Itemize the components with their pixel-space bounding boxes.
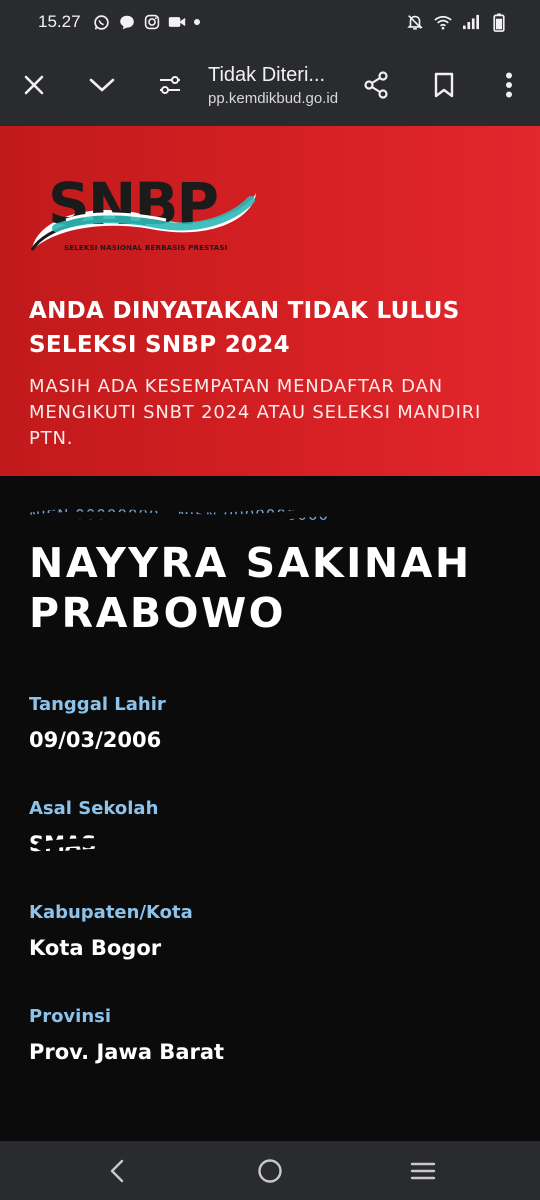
back-chevron-icon	[110, 1159, 123, 1182]
province-label: Provinsi	[29, 1006, 112, 1027]
bookmark-button[interactable]	[410, 44, 478, 126]
signal-icon	[462, 13, 480, 31]
video-call-icon	[168, 13, 186, 31]
tune-icon	[160, 76, 180, 94]
birth-date-value: 09/03/2006	[29, 728, 162, 752]
school-label: Asal Sekolah	[29, 798, 159, 819]
result-title: ANDA DINYATAKAN TIDAK LULUS SELEKSI SNBP…	[29, 298, 460, 358]
address-bar[interactable]: Tidak Diteri... pp.kemdikbud.go.id	[204, 64, 342, 107]
home-circle-icon	[258, 1158, 282, 1183]
close-tab-button[interactable]	[0, 44, 68, 126]
province-value: Prov. Jawa Barat	[29, 1040, 225, 1064]
close-icon	[24, 75, 44, 95]
wifi-icon	[434, 13, 452, 31]
home-button[interactable]	[240, 1141, 300, 1200]
student-name: NAYYRA SAKINAH PRABOWO	[29, 539, 472, 637]
student-details: NISN 00000000 - NISN 0000000000 NAYYRA S…	[0, 476, 540, 1141]
result-subtitle: MASIH ADA KESEMPATAN MENDAFTAR DAN MENGI…	[29, 376, 482, 449]
chat-bubble-icon	[118, 13, 136, 31]
page-url: pp.kemdikbud.go.id	[208, 89, 339, 107]
status-time: 15.27	[38, 12, 81, 31]
system-navigation-bar	[0, 1141, 540, 1200]
share-icon	[364, 71, 388, 99]
city-value: Kota Bogor	[29, 936, 162, 960]
browser-toolbar: Tidak Diteri... pp.kemdikbud.go.id	[0, 44, 540, 126]
snbp-logo: SNBP	[30, 170, 256, 251]
logo-tagline: SELEKSI NASIONAL BERBASIS PRESTASI	[64, 244, 228, 252]
minimize-button[interactable]	[68, 44, 136, 126]
menu-lines-icon	[411, 1162, 436, 1179]
bookmark-icon	[434, 72, 454, 98]
redaction-scribble	[5, 836, 249, 875]
site-settings-button[interactable]	[136, 44, 204, 126]
status-bar: 15.27	[0, 0, 540, 44]
page-title: Tidak Diteri...	[208, 63, 326, 86]
instagram-icon	[143, 13, 161, 31]
system-icons	[406, 12, 508, 32]
more-options-button[interactable]	[478, 44, 540, 126]
recent-apps-button[interactable]	[393, 1141, 453, 1200]
birth-date-label: Tanggal Lahir	[29, 694, 166, 715]
more-vertical-icon	[506, 72, 512, 98]
result-banner: SNBP SELEKSI NASIONAL BERBASIS PRESTASI …	[0, 126, 540, 476]
dot-icon	[193, 13, 201, 31]
share-button[interactable]	[342, 44, 410, 126]
back-button[interactable]	[87, 1141, 147, 1200]
mute-icon	[406, 13, 424, 31]
notification-icons	[93, 13, 201, 31]
whatsapp-icon	[93, 13, 111, 31]
redaction-scribble	[5, 485, 430, 528]
chevron-down-icon	[89, 78, 115, 92]
city-label: Kabupaten/Kota	[29, 902, 193, 923]
battery-icon	[490, 12, 508, 32]
